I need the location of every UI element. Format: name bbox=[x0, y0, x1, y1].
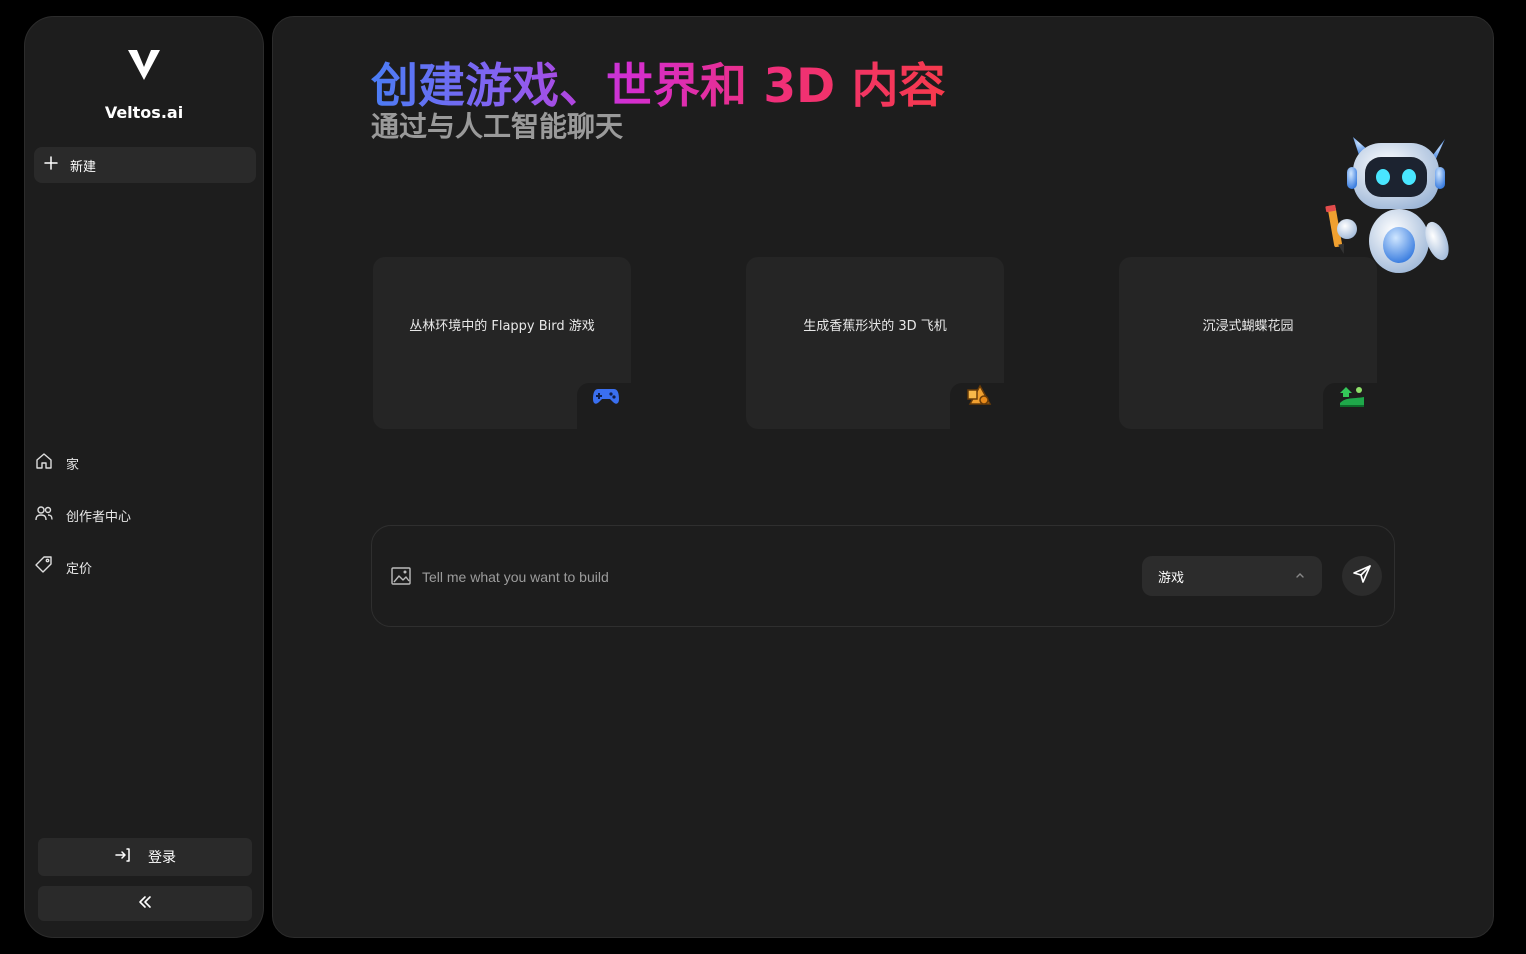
sidebar-item-label: 家 bbox=[66, 457, 80, 473]
new-button-label: 新建 bbox=[70, 159, 97, 175]
content-type-value: 游戏 bbox=[1158, 570, 1185, 586]
gamepad-icon bbox=[587, 377, 625, 415]
3d-shapes-icon bbox=[960, 377, 998, 415]
sidebar-item-pricing[interactable]: 定价 bbox=[34, 555, 92, 579]
image-upload-icon[interactable] bbox=[390, 566, 412, 590]
page-subtitle: 通过与人工智能聊天 bbox=[371, 110, 624, 143]
sidebar-item-home[interactable]: 家 bbox=[34, 451, 79, 475]
send-button[interactable] bbox=[1342, 556, 1382, 596]
brand-name: Veltos.ai bbox=[104, 103, 184, 122]
chevrons-left-icon bbox=[137, 894, 153, 914]
login-label: 登录 bbox=[148, 850, 176, 866]
sidebar-item-label: 定价 bbox=[66, 561, 93, 577]
veltos-logo-icon[interactable] bbox=[25, 47, 263, 81]
send-icon bbox=[1352, 564, 1372, 588]
tag-icon bbox=[34, 555, 54, 579]
users-icon bbox=[34, 503, 54, 527]
prompt-input[interactable] bbox=[422, 562, 1122, 592]
sidebar-item-label: 创作者中心 bbox=[66, 509, 132, 525]
prompt-bar: 游戏 bbox=[371, 525, 1395, 627]
landscape-icon bbox=[1333, 377, 1371, 415]
sidebar: Veltos.ai 新建 家 创作者中心 定价 登录 bbox=[24, 16, 264, 938]
suggestion-card-banana-plane[interactable]: 生成香蕉形状的 3D 飞机 bbox=[746, 257, 1004, 429]
sidebar-item-creator-center[interactable]: 创作者中心 bbox=[34, 503, 131, 527]
suggestion-card-text: 生成香蕉形状的 3D 飞机 bbox=[803, 319, 947, 334]
main-panel: 创建游戏、世界和 3D 内容 通过与人工智能聊天 丛林环境中的 Flappy B… bbox=[272, 16, 1494, 938]
content-type-select[interactable]: 游戏 bbox=[1142, 556, 1322, 596]
login-icon bbox=[114, 846, 132, 868]
collapse-sidebar-button[interactable] bbox=[38, 886, 252, 921]
new-button[interactable]: 新建 bbox=[34, 147, 256, 183]
chevron-up-icon bbox=[1294, 569, 1306, 585]
home-icon bbox=[34, 451, 54, 475]
plus-icon bbox=[44, 156, 58, 174]
suggestion-card-flappy-bird[interactable]: 丛林环境中的 Flappy Bird 游戏 bbox=[373, 257, 631, 429]
suggestion-card-text: 丛林环境中的 Flappy Bird 游戏 bbox=[409, 319, 595, 334]
login-button[interactable]: 登录 bbox=[38, 838, 252, 876]
suggestion-card-text: 沉浸式蝴蝶花园 bbox=[1202, 319, 1294, 334]
suggestion-card-butterfly-garden[interactable]: 沉浸式蝴蝶花园 bbox=[1119, 257, 1377, 429]
